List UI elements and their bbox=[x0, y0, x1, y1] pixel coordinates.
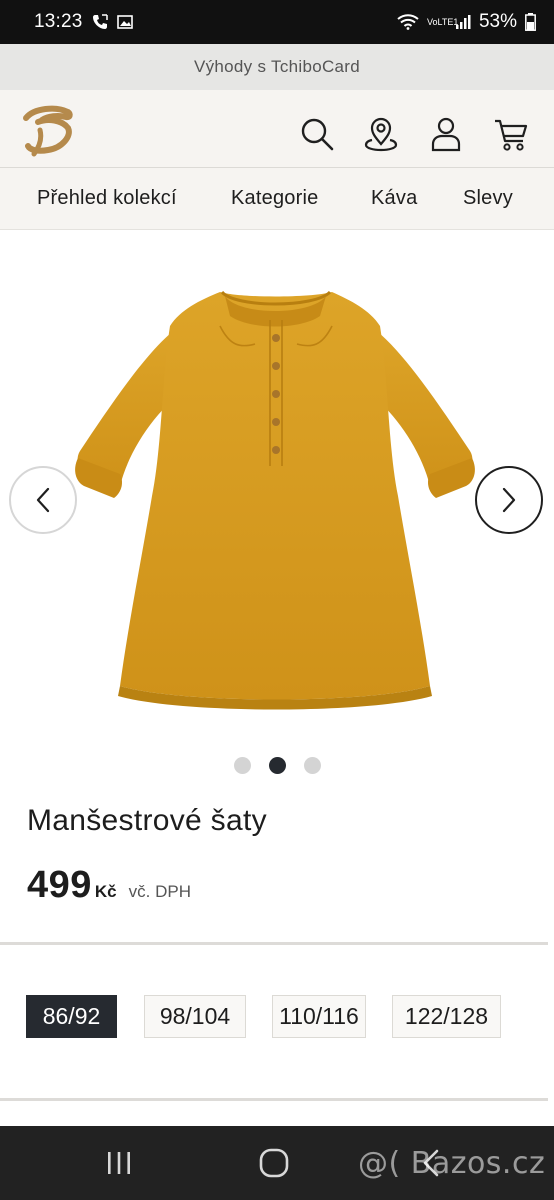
cart-icon[interactable] bbox=[493, 116, 529, 152]
nav-item-sale[interactable]: Slevy bbox=[463, 187, 513, 210]
gallery-dot-2[interactable] bbox=[268, 757, 286, 774]
gallery-next-button[interactable] bbox=[475, 466, 543, 534]
screen: 13:23 VoLTE1 53% Výhody s TchiboCard Pře… bbox=[0, 0, 554, 1200]
gallery-pagination bbox=[0, 757, 554, 774]
battery-percent: 53% bbox=[478, 11, 517, 32]
chevron-right-icon bbox=[502, 487, 516, 513]
nav-item-coffee[interactable]: Káva bbox=[371, 187, 417, 210]
tchibo-logo[interactable] bbox=[18, 100, 76, 160]
price-row: 499 Kč vč. DPH bbox=[27, 864, 191, 907]
account-icon[interactable] bbox=[428, 116, 464, 152]
main-nav: Přehled kolekcí Kategorie Káva Slevy bbox=[0, 168, 554, 230]
tchibocard-promo-link[interactable]: Výhody s TchiboCard bbox=[0, 44, 554, 90]
search-icon[interactable] bbox=[299, 116, 335, 152]
call-icon bbox=[91, 13, 109, 31]
signal-icon bbox=[455, 14, 471, 30]
nav-item-categories[interactable]: Kategorie bbox=[231, 187, 318, 210]
wifi-icon bbox=[397, 14, 419, 30]
battery-icon bbox=[525, 13, 536, 31]
promo-text: Výhody s TchiboCard bbox=[193, 57, 361, 76]
size-option-110-116[interactable]: 110/116 bbox=[272, 995, 366, 1038]
gallery-prev-button[interactable] bbox=[9, 466, 77, 534]
size-option-98-104[interactable]: 98/104 bbox=[144, 995, 246, 1038]
home-icon[interactable] bbox=[256, 1146, 292, 1180]
divider bbox=[0, 942, 548, 945]
status-time: 13:23 bbox=[34, 11, 83, 32]
watermark: @( Bazos.cz bbox=[358, 1146, 546, 1181]
divider bbox=[0, 1098, 548, 1101]
gallery-dot-3[interactable] bbox=[303, 757, 321, 774]
status-bar: 13:23 VoLTE1 53% bbox=[0, 0, 554, 44]
recent-apps-icon[interactable] bbox=[104, 1146, 134, 1180]
product-title: Manšestrové šaty bbox=[27, 804, 267, 837]
gallery-dot-1[interactable] bbox=[233, 757, 251, 774]
chevron-left-icon bbox=[36, 487, 50, 513]
nav-item-collections[interactable]: Přehled kolekcí bbox=[37, 187, 177, 210]
size-option-122-128[interactable]: 122/128 bbox=[392, 995, 501, 1038]
store-locator-icon[interactable] bbox=[363, 116, 399, 152]
network-label: VoLTE1 bbox=[426, 16, 459, 27]
product-image bbox=[70, 286, 480, 726]
vat-note: vč. DPH bbox=[128, 882, 191, 901]
site-header bbox=[0, 90, 554, 168]
product-gallery[interactable] bbox=[0, 231, 554, 741]
gallery-icon bbox=[116, 14, 133, 30]
product-price: 499 bbox=[27, 864, 92, 906]
size-option-86-92[interactable]: 86/92 bbox=[26, 995, 117, 1038]
price-currency: Kč bbox=[94, 882, 117, 901]
